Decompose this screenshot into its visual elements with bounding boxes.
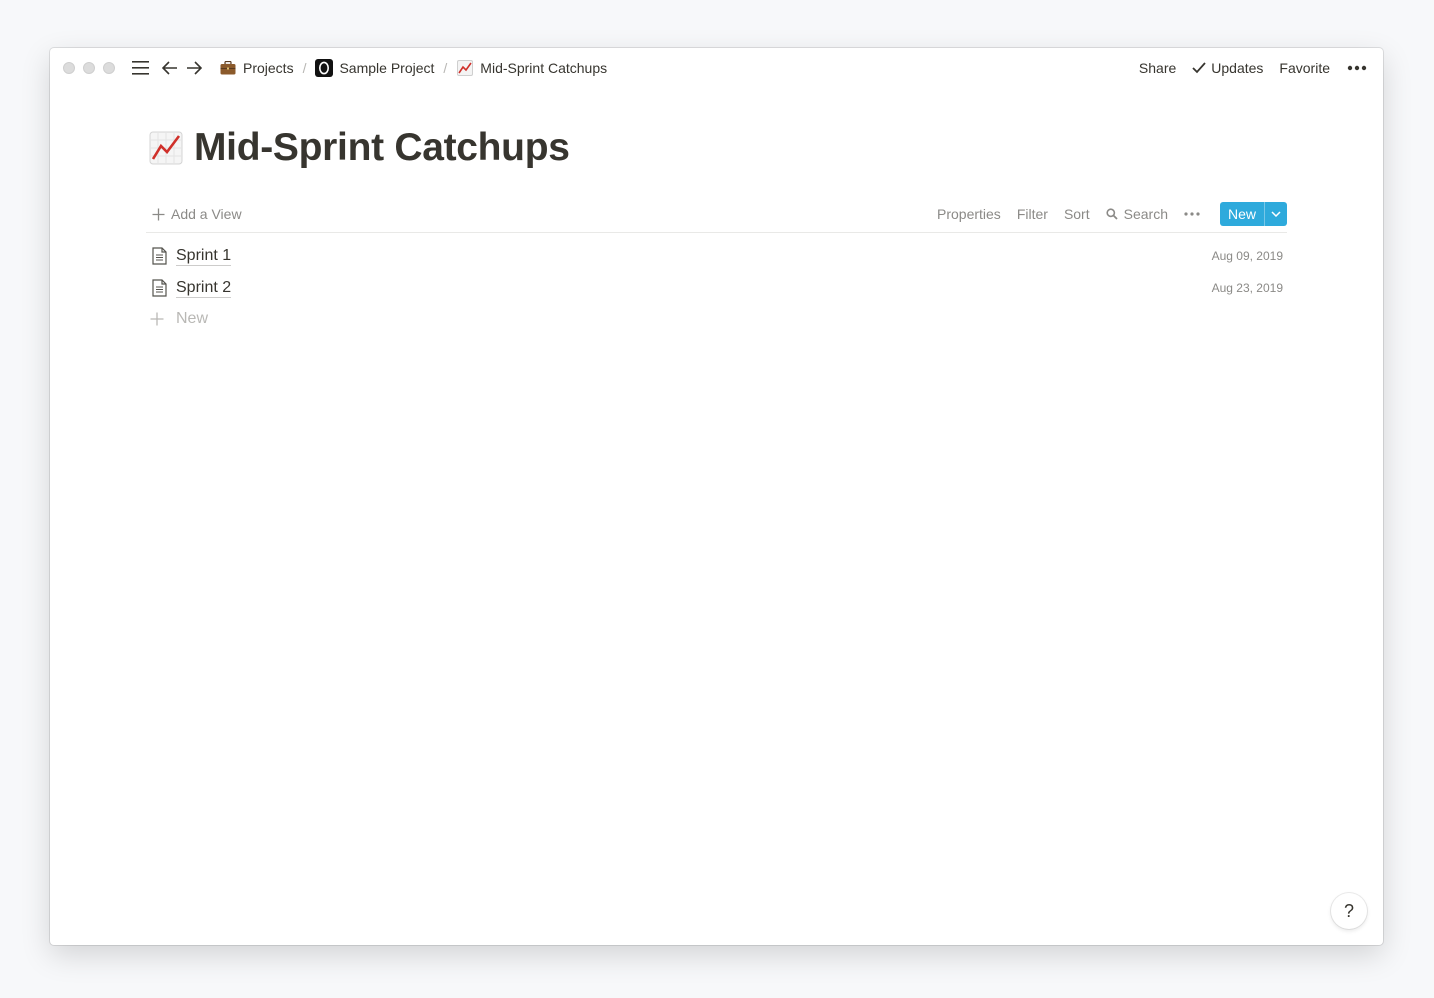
page-header: Mid-Sprint Catchups — [148, 126, 570, 170]
briefcase-icon — [219, 59, 237, 77]
favorite-button[interactable]: Favorite — [1279, 60, 1330, 76]
search-label: Search — [1123, 206, 1168, 222]
more-horizontal-icon[interactable] — [1184, 212, 1206, 216]
list-item-date: Aug 09, 2019 — [1211, 249, 1283, 263]
add-view-button[interactable]: Add a View — [146, 204, 248, 224]
add-new-item-label: New — [176, 310, 209, 327]
back-arrow-icon[interactable] — [161, 59, 179, 77]
breadcrumb-sample-project[interactable]: Sample Project — [311, 57, 438, 79]
page-list: Sprint 1 Aug 09, 2019 Sprint 2 Aug 23, 2… — [146, 240, 1287, 334]
new-button-group: New — [1219, 202, 1287, 226]
breadcrumb-separator: / — [443, 60, 448, 76]
search-button[interactable]: Search — [1106, 206, 1168, 222]
list-item[interactable]: Sprint 2 Aug 23, 2019 — [146, 272, 1287, 304]
list-item-title: Sprint 2 — [176, 279, 232, 298]
forward-arrow-icon[interactable] — [185, 59, 203, 77]
chart-increasing-icon — [456, 59, 474, 77]
checkmark-icon — [1192, 62, 1206, 74]
list-item[interactable]: Sprint 1 Aug 09, 2019 — [146, 240, 1287, 272]
top-bar: Projects / Sample Project / Mid-Sprint C… — [50, 48, 1383, 88]
plus-icon — [150, 312, 164, 326]
zoom-window-button[interactable] — [103, 62, 115, 74]
filter-button[interactable]: Filter — [1017, 206, 1048, 222]
breadcrumb-projects[interactable]: Projects — [215, 57, 298, 79]
add-view-label: Add a View — [171, 206, 242, 222]
toolbar-actions: Properties Filter Sort Search New — [921, 202, 1287, 226]
document-icon — [150, 246, 168, 266]
share-button[interactable]: Share — [1139, 60, 1176, 76]
properties-button[interactable]: Properties — [937, 206, 1001, 222]
app-window: Projects / Sample Project / Mid-Sprint C… — [50, 48, 1383, 945]
add-new-item-button[interactable]: New — [146, 304, 1287, 334]
help-button[interactable]: ? — [1331, 893, 1367, 929]
page-title[interactable]: Mid-Sprint Catchups — [194, 126, 570, 170]
search-icon — [1106, 208, 1118, 220]
more-horizontal-icon[interactable] — [1346, 58, 1368, 78]
hamburger-menu-icon[interactable] — [131, 58, 151, 78]
chart-increasing-icon[interactable] — [148, 130, 184, 166]
new-button[interactable]: New — [1220, 202, 1264, 226]
minimize-window-button[interactable] — [83, 62, 95, 74]
view-toolbar: Add a View Properties Filter Sort Search… — [146, 196, 1287, 233]
project-logo-icon — [315, 59, 334, 77]
plus-icon — [152, 208, 165, 220]
breadcrumb-label: Sample Project — [339, 60, 435, 76]
close-window-button[interactable] — [63, 62, 75, 74]
updates-label: Updates — [1211, 60, 1264, 76]
breadcrumb-label: Mid-Sprint Catchups — [480, 60, 608, 76]
breadcrumb-separator: / — [302, 60, 307, 76]
updates-button[interactable]: Updates — [1192, 60, 1263, 76]
list-item-title: Sprint 1 — [176, 247, 232, 266]
breadcrumb-mid-sprint-catchups[interactable]: Mid-Sprint Catchups — [452, 57, 611, 79]
breadcrumb-label: Projects — [243, 60, 294, 76]
sort-button[interactable]: Sort — [1064, 206, 1090, 222]
document-icon — [150, 278, 168, 298]
window-controls — [63, 62, 123, 74]
breadcrumb: Projects / Sample Project / Mid-Sprint C… — [215, 57, 611, 79]
topbar-actions: Share Updates Favorite — [1123, 58, 1368, 78]
list-item-date: Aug 23, 2019 — [1211, 281, 1283, 295]
chevron-down-icon[interactable] — [1264, 202, 1287, 226]
